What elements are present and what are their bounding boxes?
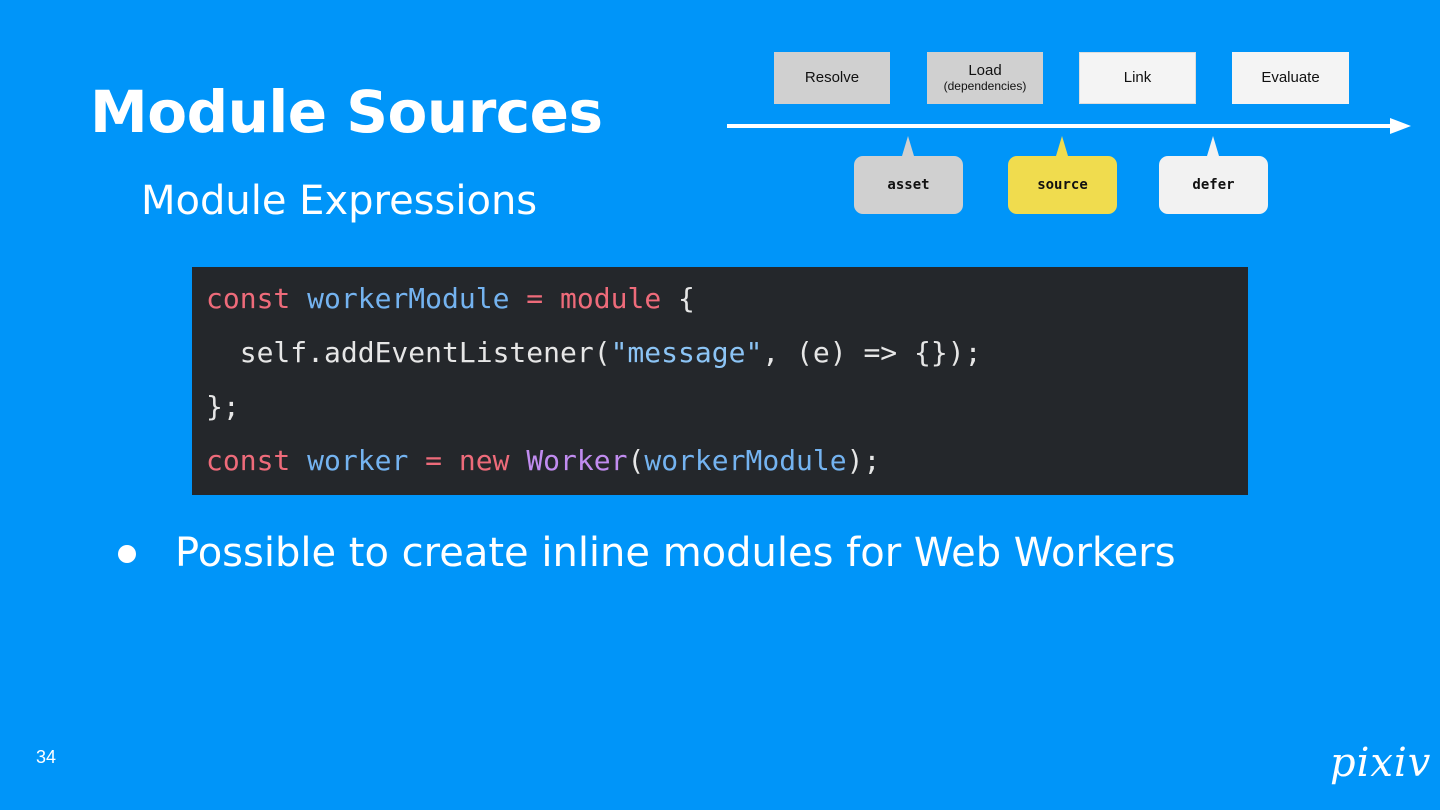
code-token: , (e) => {});	[762, 336, 982, 369]
code-token: const	[206, 282, 308, 315]
stage-resolve: Resolve	[774, 52, 890, 104]
code-token: Worker	[526, 444, 628, 477]
callout-pointer-icon	[1207, 136, 1219, 156]
stage-load: Load (dependencies)	[927, 52, 1043, 104]
code-token: workerModule	[644, 444, 847, 477]
phase-source: source	[1008, 136, 1117, 214]
timeline-arrow	[727, 124, 1391, 128]
bullet-text: Possible to create inline modules for We…	[175, 530, 1176, 576]
code-token: workerModule	[307, 282, 510, 315]
stage-label: Evaluate	[1261, 69, 1320, 86]
code-token: const	[206, 444, 308, 477]
code-token: new	[458, 444, 527, 477]
code-token: );	[846, 444, 881, 477]
stage-evaluate: Evaluate	[1232, 52, 1349, 104]
code-token: =	[509, 282, 561, 315]
code-line: const worker = new Worker(workerModule);	[206, 441, 1248, 495]
stage-link: Link	[1079, 52, 1196, 104]
slide-subtitle: Module Expressions	[141, 178, 538, 224]
code-line: self.addEventListener("message", (e) => …	[206, 333, 1248, 387]
slide-title: Module Sources	[90, 78, 603, 146]
stage-label: Resolve	[804, 69, 860, 86]
phase-defer: defer	[1159, 136, 1268, 214]
code-token: {	[661, 282, 695, 315]
code-token: (	[627, 444, 645, 477]
stage-label: Link	[1123, 69, 1152, 86]
code-block: const workerModule = module { self.addEv…	[192, 267, 1248, 495]
code-token: };	[206, 390, 240, 423]
bullet-icon	[118, 545, 136, 563]
phase-label: defer	[1192, 177, 1235, 193]
code-token: =	[408, 444, 459, 477]
code-token: "message"	[610, 336, 763, 369]
phase-label: asset	[887, 177, 930, 193]
code-line: };	[206, 387, 1248, 441]
code-token: module	[560, 282, 662, 315]
phase-label: source	[1037, 177, 1088, 193]
arrow-head-icon	[1390, 118, 1411, 134]
callout-pointer-icon	[902, 136, 914, 156]
page-number: 34	[36, 747, 57, 767]
pixiv-logo: pixiv	[1330, 740, 1432, 786]
phase-asset: asset	[854, 136, 963, 214]
callout-pointer-icon	[1056, 136, 1068, 156]
code-token: self.addEventListener(	[206, 336, 611, 369]
code-token: worker	[307, 444, 409, 477]
stage-label: Load	[968, 62, 1002, 79]
code-line: const workerModule = module {	[206, 279, 1248, 333]
stage-sublabel: (dependencies)	[943, 79, 1027, 93]
